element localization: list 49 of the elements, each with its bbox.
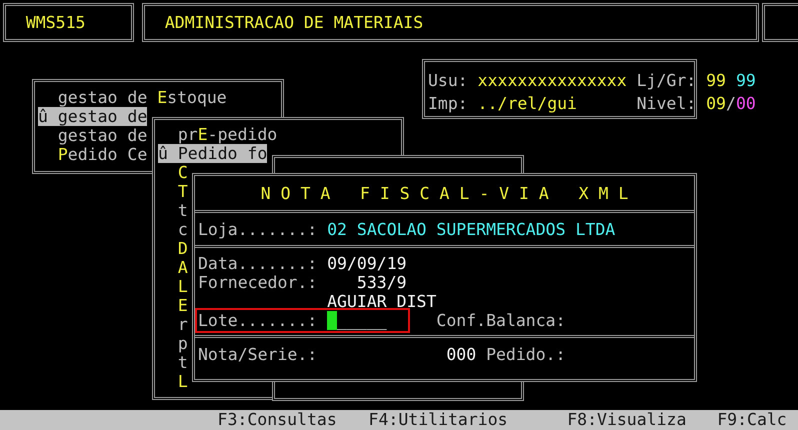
function-key-hint[interactable]: F4:Utilitarios: [368, 410, 508, 430]
menu-item[interactable]: û gestao de: [38, 107, 148, 126]
field-label: Pedido.:: [486, 345, 566, 364]
menu-item[interactable]: û Pedido fo: [158, 144, 268, 163]
menu-item[interactable]: p: [158, 334, 188, 353]
field-label: Nota/Serie.:: [198, 345, 318, 364]
menu-item[interactable]: L: [158, 372, 188, 391]
menu-item[interactable]: C: [158, 163, 188, 182]
program-code: WMS515: [3, 3, 134, 42]
field-label: Fornecedor.:: [198, 273, 318, 292]
menu-item[interactable]: L: [158, 277, 188, 296]
menu-item[interactable]: T: [158, 182, 188, 201]
function-key-hint[interactable]: F9:Calc: [717, 410, 787, 430]
store-name: 02 SACOLAO SUPERMERCADOS LTDA: [327, 220, 616, 239]
menu-item[interactable]: r: [158, 315, 188, 334]
field-label: Lote.......:: [198, 311, 318, 330]
menu-item[interactable]: D: [158, 239, 188, 258]
function-key-hint[interactable]: F8:Visualiza: [567, 410, 686, 430]
menu-item[interactable]: gestao de: [38, 126, 148, 145]
field-label: Usu:: [428, 71, 469, 92]
sublevel-value: 00: [736, 94, 756, 112]
field-label: Data.......:: [198, 254, 318, 273]
field-label: Loja.......:: [198, 220, 318, 239]
function-key-hint[interactable]: F3:Consultas: [218, 410, 337, 430]
series-value: 000: [446, 345, 476, 364]
separator-slash: /: [726, 94, 736, 112]
menu-item[interactable]: prE-pedido: [158, 125, 278, 144]
menu-item[interactable]: t: [158, 353, 188, 372]
menu-item[interactable]: gestao de Estoque: [38, 88, 227, 107]
menu-item[interactable]: E: [158, 296, 188, 315]
dialog-title: N O T A F I S C A L - V I A X M L: [260, 184, 628, 203]
menu-item[interactable]: A: [158, 258, 188, 277]
level-value: 09: [706, 94, 726, 112]
menu-item[interactable]: Pedido Ce: [38, 145, 148, 164]
printer-path: ../rel/gui: [478, 94, 578, 114]
group-value: 99: [736, 71, 756, 90]
field-label: Nivel:: [636, 94, 698, 114]
field-label: Imp:: [428, 94, 469, 114]
user-value: xxxxxxxxxxxxxxx: [478, 71, 628, 92]
field-label: Lj/Gr:: [636, 71, 698, 92]
supplier-code: 533/9: [356, 273, 407, 292]
store-value: 99: [706, 71, 726, 90]
lot-input-field[interactable]: _____: [327, 311, 387, 330]
date-value: 09/09/19: [327, 254, 407, 273]
menu-item[interactable]: t: [158, 201, 188, 220]
menu-item[interactable]: c: [158, 220, 188, 239]
field-label: Conf.Balanca:: [436, 311, 566, 330]
supplier-name: AGUIAR DIST: [327, 292, 436, 311]
system-title: ADMINISTRACAO DE MATERIAIS: [142, 3, 759, 42]
